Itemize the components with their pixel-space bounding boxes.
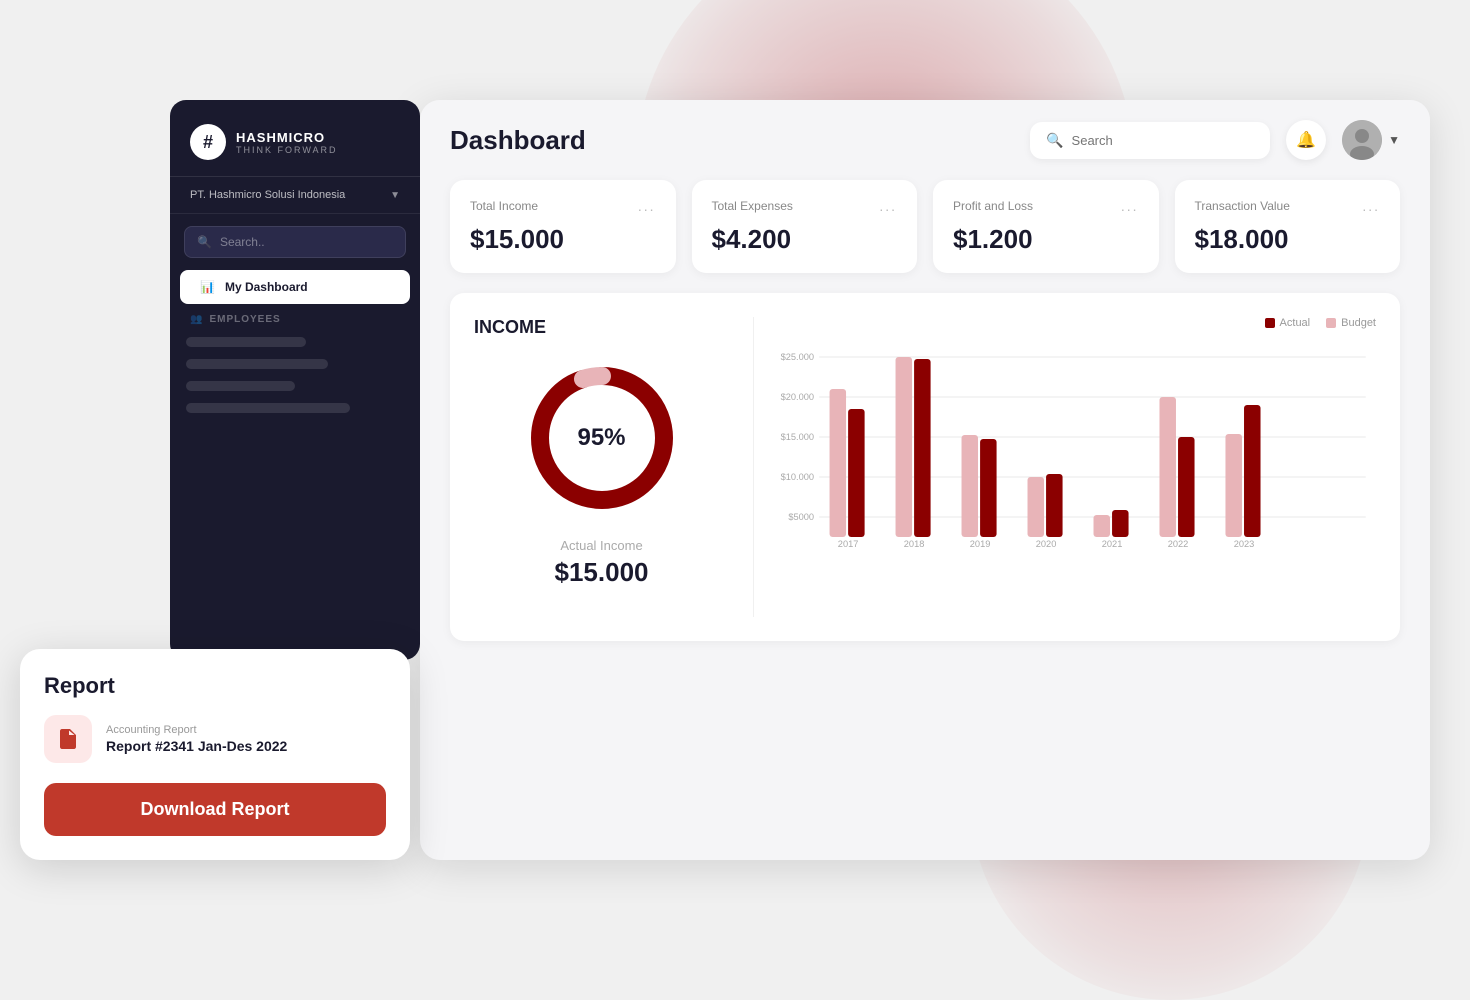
- legend-budget-label: Budget: [1341, 317, 1376, 329]
- report-icon: [44, 715, 92, 763]
- income-left: INCOME 95% Actual Income $15.000: [474, 317, 754, 617]
- report-popup-title: Report: [44, 673, 386, 699]
- sidebar-nav: 📊 My Dashboard 👥 EMPLOYEES: [170, 270, 420, 660]
- stat-cards: Total Income ... $15.000 Total Expenses …: [420, 180, 1430, 293]
- stat-card-header-0: Total Income ...: [470, 198, 656, 214]
- stat-card-value-3: $18.000: [1195, 224, 1381, 255]
- report-type: Accounting Report: [106, 724, 287, 736]
- stat-card-value-0: $15.000: [470, 224, 656, 255]
- svg-text:2022: 2022: [1168, 539, 1189, 549]
- svg-text:$15.000: $15.000: [781, 432, 815, 442]
- sidebar-placeholder-list: [170, 329, 420, 421]
- report-info: Accounting Report Report #2341 Jan-Des 2…: [106, 724, 287, 754]
- dashboard-icon: 📊: [200, 280, 215, 294]
- search-bar[interactable]: 🔍: [1030, 122, 1270, 159]
- actual-income-label: Actual Income: [560, 538, 642, 553]
- svg-text:2020: 2020: [1036, 539, 1057, 549]
- report-name: Report #2341 Jan-Des 2022: [106, 738, 287, 754]
- avatar: [1342, 120, 1382, 160]
- sidebar-search-container[interactable]: 🔍: [184, 226, 406, 258]
- income-title: INCOME: [474, 317, 546, 338]
- legend-budget-dot: [1326, 318, 1336, 328]
- sidebar-logo: # HASHMICRO THINK FORWARD: [170, 100, 420, 177]
- svg-text:$5000: $5000: [788, 512, 814, 522]
- stat-card-label-0: Total Income: [470, 199, 538, 213]
- sidebar-placeholder-bar-2: [186, 359, 328, 369]
- actual-income-value: $15.000: [555, 557, 649, 588]
- search-icon: 🔍: [1046, 132, 1063, 149]
- legend-budget: Budget: [1326, 317, 1376, 329]
- svg-text:2017: 2017: [838, 539, 859, 549]
- user-menu-chevron-icon: ▼: [1388, 133, 1400, 147]
- svg-text:2023: 2023: [1234, 539, 1255, 549]
- stat-card-1: Total Expenses ... $4.200: [692, 180, 918, 273]
- sidebar-placeholder-bar-1: [186, 337, 306, 347]
- svg-text:2021: 2021: [1102, 539, 1123, 549]
- stat-card-menu-0[interactable]: ...: [638, 198, 656, 214]
- svg-text:$20.000: $20.000: [781, 392, 815, 402]
- bar-chart: $25.000 $20.000 $15.000 $10.000 $5000: [778, 337, 1376, 617]
- stat-card-value-1: $4.200: [712, 224, 898, 255]
- document-icon: [56, 727, 80, 751]
- main-panel: Dashboard 🔍 🔔 ▼: [420, 100, 1430, 860]
- sidebar-company[interactable]: PT. Hashmicro Solusi Indonesia ▼: [170, 177, 420, 214]
- income-donut-chart: 95%: [522, 358, 682, 518]
- legend-actual-label: Actual: [1280, 317, 1311, 329]
- legend-actual: Actual: [1265, 317, 1311, 329]
- svg-text:$10.000: $10.000: [781, 472, 815, 482]
- company-chevron-icon: ▼: [390, 190, 400, 201]
- stat-card-header-3: Transaction Value ...: [1195, 198, 1381, 214]
- chart-legend: Actual Budget: [778, 317, 1376, 329]
- donut-percent-value: 95%: [577, 424, 625, 451]
- stat-card-menu-1[interactable]: ...: [879, 198, 897, 214]
- sidebar-placeholder-bar-3: [186, 381, 295, 391]
- report-popup: Report Accounting Report Report #2341 Ja…: [20, 649, 410, 860]
- employees-label: EMPLOYEES: [209, 314, 280, 325]
- stat-card-label-2: Profit and Loss: [953, 199, 1033, 213]
- svg-text:$25.000: $25.000: [781, 352, 815, 362]
- logo-icon: #: [190, 124, 226, 160]
- header-right: 🔍 🔔 ▼: [1030, 120, 1400, 160]
- logo-main: HASHMICRO: [236, 130, 338, 145]
- avatar-image: [1342, 120, 1382, 160]
- sidebar-item-label: My Dashboard: [225, 280, 308, 294]
- svg-text:2018: 2018: [904, 539, 925, 549]
- stat-card-3: Transaction Value ... $18.000: [1175, 180, 1401, 273]
- stat-card-0: Total Income ... $15.000: [450, 180, 676, 273]
- company-name: PT. Hashmicro Solusi Indonesia: [190, 189, 345, 201]
- donut-center: 95%: [577, 424, 625, 452]
- stat-card-value-2: $1.200: [953, 224, 1139, 255]
- page-title: Dashboard: [450, 125, 586, 156]
- search-input[interactable]: [1072, 133, 1255, 148]
- bar-chart-svg: $25.000 $20.000 $15.000 $10.000 $5000: [778, 337, 1376, 617]
- employees-icon: 👥: [190, 314, 203, 325]
- stat-card-header-1: Total Expenses ...: [712, 198, 898, 214]
- stat-card-header-2: Profit and Loss ...: [953, 198, 1139, 214]
- sidebar: # HASHMICRO THINK FORWARD PT. Hashmicro …: [170, 100, 420, 660]
- sidebar-search-icon: 🔍: [197, 235, 212, 249]
- sidebar-search-input[interactable]: [220, 235, 393, 249]
- stat-card-menu-2[interactable]: ...: [1121, 198, 1139, 214]
- user-menu[interactable]: ▼: [1342, 120, 1400, 160]
- svg-text:2019: 2019: [970, 539, 991, 549]
- sidebar-item-my-dashboard[interactable]: 📊 My Dashboard: [180, 270, 410, 304]
- stat-card-label-1: Total Expenses: [712, 199, 793, 213]
- notification-button[interactable]: 🔔: [1286, 120, 1326, 160]
- stat-card-2: Profit and Loss ... $1.200: [933, 180, 1159, 273]
- logo-text: HASHMICRO THINK FORWARD: [236, 130, 338, 155]
- sidebar-placeholder-bar-4: [186, 403, 350, 413]
- stat-card-menu-3[interactable]: ...: [1362, 198, 1380, 214]
- sidebar-section-employees: 👥 EMPLOYEES: [170, 304, 420, 329]
- legend-actual-dot: [1265, 318, 1275, 328]
- main-header: Dashboard 🔍 🔔 ▼: [420, 100, 1430, 180]
- logo-sub: THINK FORWARD: [236, 145, 338, 155]
- download-report-button[interactable]: Download Report: [44, 783, 386, 836]
- income-section: INCOME 95% Actual Income $15.000: [450, 293, 1400, 641]
- stat-card-label-3: Transaction Value: [1195, 199, 1290, 213]
- income-right: Actual Budget $25.000 $2: [754, 317, 1376, 617]
- report-item: Accounting Report Report #2341 Jan-Des 2…: [44, 715, 386, 763]
